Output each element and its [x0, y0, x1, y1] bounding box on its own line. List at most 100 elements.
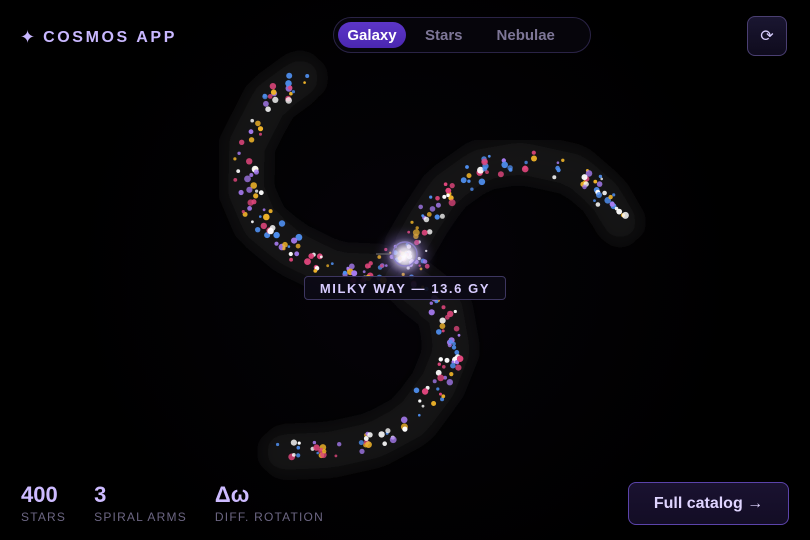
star-point	[466, 173, 472, 179]
star-point	[378, 431, 385, 438]
star-point	[434, 214, 440, 220]
stats-bar: 400 STARS 3 SPIRAL ARMS Δω DIFF. ROTATIO…	[21, 482, 324, 524]
star-point	[270, 89, 277, 95]
star-point	[326, 264, 330, 268]
star-point	[251, 220, 254, 224]
star-point	[449, 372, 454, 377]
star-point	[257, 126, 264, 132]
star-point	[441, 305, 446, 310]
star-point	[282, 246, 286, 251]
full-catalog-button[interactable]: Full catalog →	[628, 482, 789, 525]
star-point	[442, 194, 447, 199]
star-point	[402, 426, 408, 432]
star-point	[596, 181, 603, 187]
star-point	[561, 158, 565, 162]
star-point	[334, 454, 338, 458]
star-point	[322, 449, 327, 454]
stat-label: DIFF. ROTATION	[214, 510, 324, 524]
star-point	[248, 129, 254, 135]
star-point	[453, 309, 457, 314]
star-point	[288, 85, 293, 90]
star-point	[291, 453, 296, 457]
star-point	[439, 392, 442, 396]
star-point	[449, 183, 455, 189]
star-point	[465, 165, 469, 169]
stat-value: 400	[21, 482, 58, 507]
star-point	[448, 339, 453, 344]
star-point	[286, 72, 293, 79]
star-point	[291, 237, 298, 244]
star-point	[253, 193, 259, 199]
star-point	[436, 329, 442, 335]
star-point	[582, 184, 587, 190]
star-point	[455, 364, 462, 371]
star-point	[470, 187, 474, 191]
star-point	[429, 206, 436, 212]
star-point	[421, 388, 429, 395]
star-point	[441, 394, 446, 399]
star-point	[265, 106, 271, 112]
star-point	[400, 416, 408, 424]
star-point	[439, 317, 446, 324]
star-point	[268, 209, 273, 214]
star-point	[367, 432, 373, 438]
star-point	[250, 118, 254, 123]
star-point	[296, 445, 301, 450]
star-point	[255, 120, 261, 127]
star-point	[267, 227, 274, 235]
star-point	[258, 190, 264, 196]
star-point	[238, 189, 244, 196]
spiral-arm-shadow	[262, 261, 475, 475]
star-point	[382, 441, 388, 447]
star-point	[423, 216, 430, 223]
star-point	[296, 453, 301, 458]
star-point	[596, 192, 602, 198]
star-point	[429, 195, 433, 199]
star-point	[487, 154, 491, 158]
stat-value: 3	[94, 482, 107, 507]
stat-label: STARS	[21, 510, 67, 524]
star-point	[313, 269, 318, 273]
star-point	[389, 436, 397, 444]
galaxy-visualization[interactable]	[0, 0, 810, 540]
star-point	[259, 132, 262, 136]
star-point	[289, 257, 293, 262]
star-point	[608, 194, 613, 200]
star-point	[304, 258, 311, 265]
star-point	[437, 374, 445, 382]
star-point	[308, 253, 315, 259]
star-point	[367, 265, 371, 268]
star-point	[436, 387, 440, 391]
star-point	[418, 413, 421, 417]
star-point	[263, 100, 269, 107]
star-point	[556, 161, 560, 164]
cosmos-app: ✦ COSMOS APP Galaxy Stars Nebulae ⟳ MILKY…	[0, 0, 810, 540]
star-point	[260, 222, 267, 230]
star-point	[330, 262, 334, 265]
star-point	[246, 186, 253, 193]
star-point	[385, 428, 391, 434]
star-point	[288, 251, 293, 257]
star-point	[236, 169, 241, 174]
star-point	[337, 442, 342, 447]
star-point	[448, 199, 456, 207]
star-point	[285, 97, 293, 104]
star-point	[363, 436, 369, 441]
star-point	[609, 201, 615, 207]
star-point	[426, 212, 432, 217]
star-point	[303, 81, 306, 84]
star-point	[438, 357, 443, 362]
star-point	[421, 404, 425, 408]
star-point	[501, 161, 509, 169]
star-point	[452, 341, 456, 346]
star-point	[508, 168, 513, 172]
star-point	[244, 175, 251, 183]
star-point	[290, 439, 297, 446]
star-point	[346, 266, 350, 270]
star-point	[233, 178, 238, 182]
star-point	[255, 227, 261, 233]
star-point	[442, 365, 446, 369]
star-point	[456, 355, 464, 363]
star-point	[453, 325, 460, 332]
spiral-arm-shadow	[223, 55, 403, 295]
